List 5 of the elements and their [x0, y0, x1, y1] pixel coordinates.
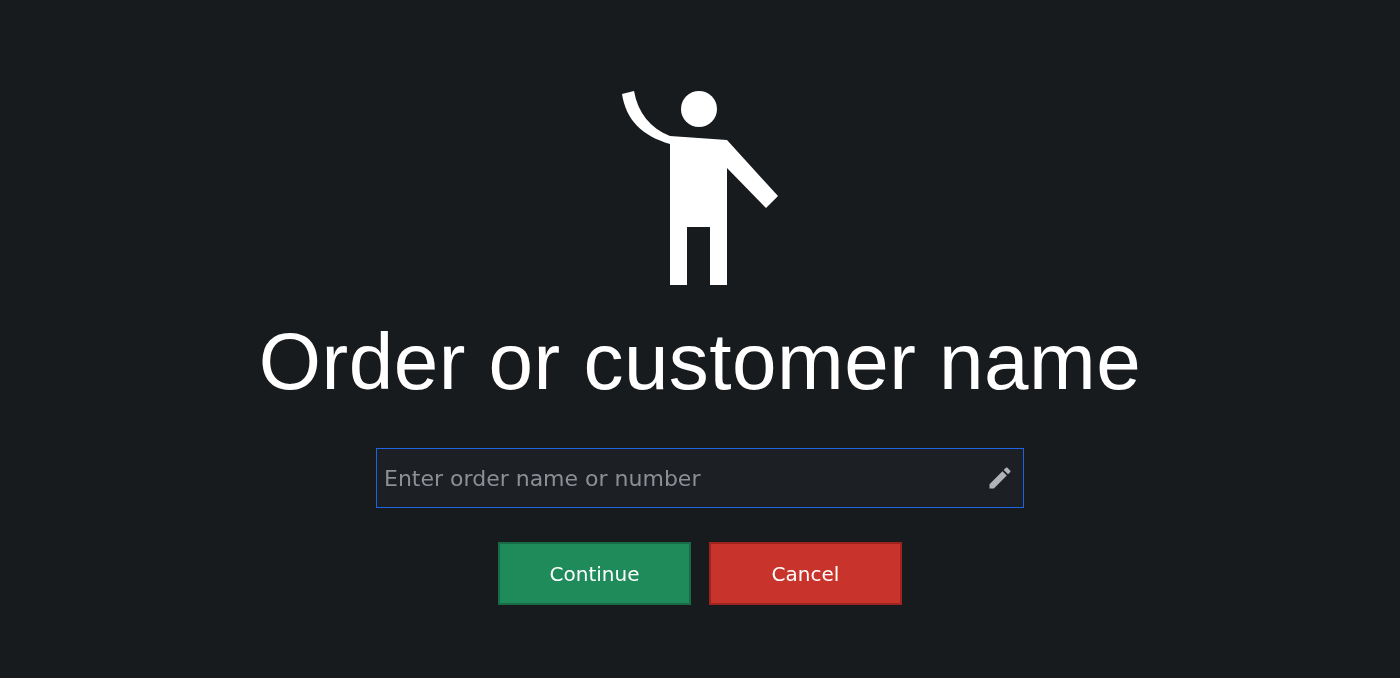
waving-person-icon [620, 88, 780, 286]
order-search-field[interactable]: Enter order name or number [376, 448, 1024, 508]
continue-button[interactable]: Continue [498, 542, 691, 605]
page-title: Order or customer name [258, 316, 1142, 408]
cancel-button[interactable]: Cancel [709, 542, 902, 605]
